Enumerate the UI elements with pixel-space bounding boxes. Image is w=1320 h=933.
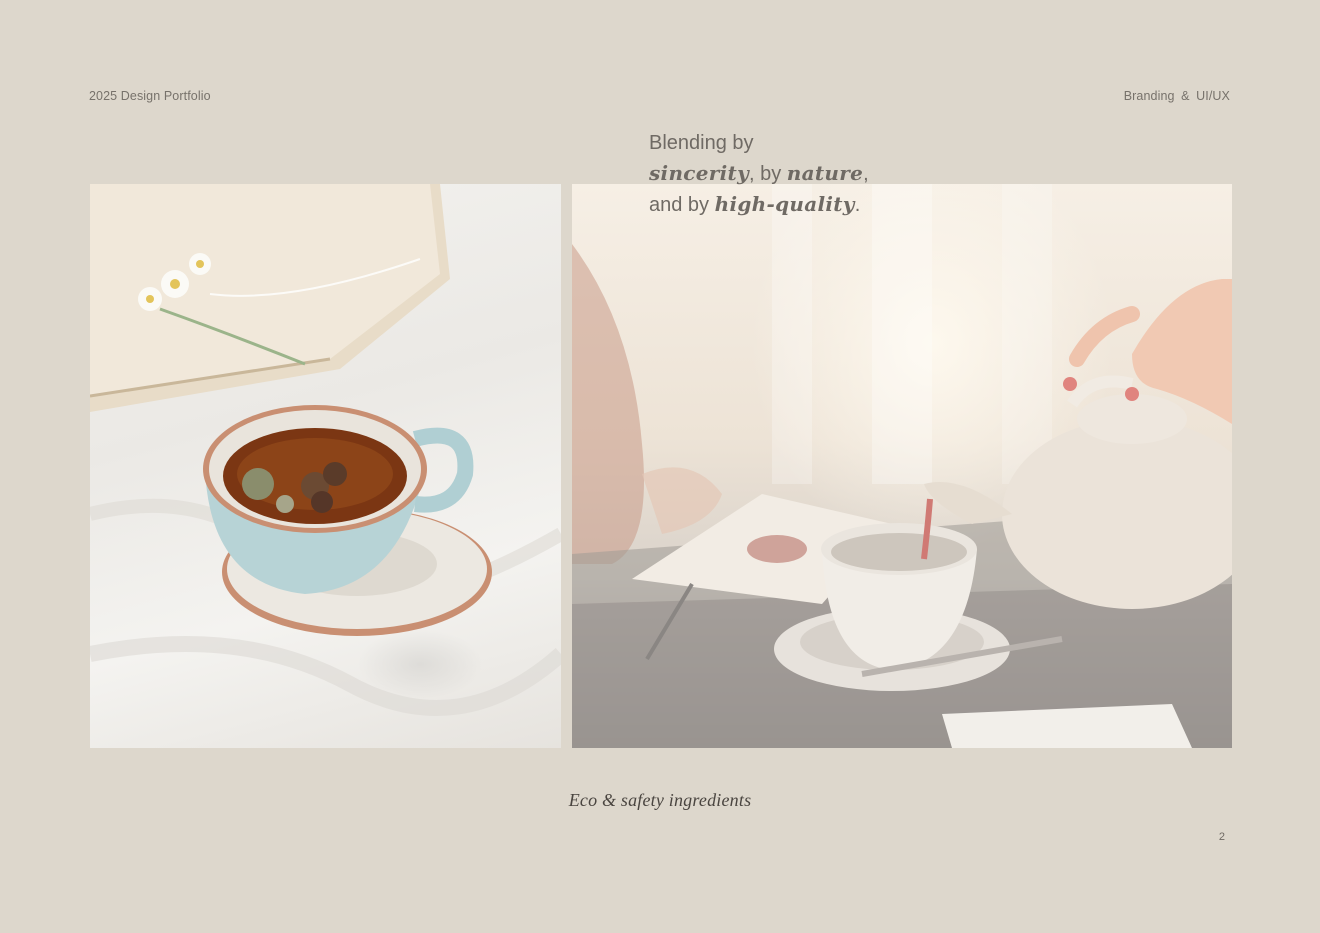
headline-line-3-end: . — [854, 194, 861, 216]
headline-line-3: and by high-quality. — [649, 189, 869, 220]
headline-line-2-mid: , by — [749, 163, 787, 185]
headline-line-2: sincerity, by nature, — [649, 158, 869, 189]
headline-line-1: Blending by — [649, 132, 754, 154]
headline-em-nature: nature — [786, 161, 864, 185]
tea-cup-photo — [90, 184, 561, 748]
pouring-tea-photo — [572, 184, 1232, 748]
headline: Blending by sincerity, by nature, and by… — [649, 128, 869, 220]
photo-caption: Eco & safety ingredients — [568, 790, 752, 810]
headline-line-3-start: and by — [649, 194, 715, 216]
headline-line-2-end: , — [863, 163, 869, 185]
page-number: 2 — [1218, 831, 1225, 843]
portfolio-year-label: 2025 Design Portfolio — [89, 89, 211, 103]
headline-em-sincerity: sincerity — [649, 161, 749, 185]
headline-em-high-quality: high-quality — [714, 192, 855, 216]
category-label: Branding & UI/UX — [1123, 89, 1230, 103]
